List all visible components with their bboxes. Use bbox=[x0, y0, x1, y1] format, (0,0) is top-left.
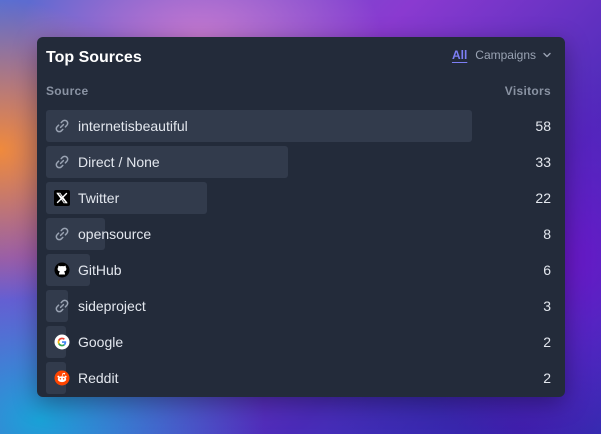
source-label: GitHub bbox=[78, 262, 122, 278]
source-label-wrap: opensource bbox=[46, 226, 151, 242]
filter-all-tab[interactable]: All bbox=[452, 48, 467, 62]
source-label-wrap: Twitter bbox=[46, 190, 119, 206]
reddit-icon bbox=[54, 370, 70, 386]
column-headers: Source Visitors bbox=[46, 84, 551, 98]
campaigns-label: Campaigns bbox=[475, 48, 536, 62]
source-label-wrap: Direct / None bbox=[46, 154, 160, 170]
visitor-count: 6 bbox=[543, 262, 551, 278]
link-icon bbox=[54, 154, 70, 170]
source-row[interactable]: Direct / None 33 bbox=[46, 146, 551, 178]
visitor-count: 33 bbox=[535, 154, 551, 170]
source-label: internetisbeautiful bbox=[78, 118, 188, 134]
source-row[interactable]: opensource 8 bbox=[46, 218, 551, 250]
link-icon bbox=[54, 226, 70, 242]
source-label: Twitter bbox=[78, 190, 120, 206]
github-icon bbox=[54, 262, 70, 278]
card-title: Top Sources bbox=[46, 49, 142, 66]
source-label: Google bbox=[78, 334, 124, 350]
x-twitter-icon bbox=[54, 190, 70, 206]
source-row[interactable]: GitHub 6 bbox=[46, 254, 551, 286]
source-row[interactable]: Twitter 22 bbox=[46, 182, 551, 214]
chevron-down-icon bbox=[543, 52, 551, 58]
source-label-wrap: Reddit bbox=[46, 370, 118, 386]
link-icon bbox=[54, 298, 70, 314]
source-label: Direct / None bbox=[78, 154, 160, 170]
visitor-count: 2 bbox=[543, 370, 551, 386]
sources-list: internetisbeautiful 58 Direct / None 33 Twit… bbox=[46, 110, 551, 398]
source-row[interactable]: sideproject 3 bbox=[46, 290, 551, 322]
visitor-count: 2 bbox=[543, 334, 551, 350]
source-row[interactable]: Reddit 2 bbox=[46, 362, 551, 394]
source-label: opensource bbox=[78, 226, 152, 242]
top-sources-card: Top Sources All Campaigns Source Visitor… bbox=[37, 37, 565, 397]
source-column-header: Source bbox=[46, 84, 89, 98]
visitor-count: 22 bbox=[535, 190, 551, 206]
source-label-wrap: internetisbeautiful bbox=[46, 118, 188, 134]
source-label-wrap: Google bbox=[46, 334, 123, 350]
source-row[interactable]: internetisbeautiful 58 bbox=[46, 110, 551, 142]
visitor-count: 3 bbox=[543, 298, 551, 314]
link-icon bbox=[54, 118, 70, 134]
visitors-column-header: Visitors bbox=[504, 84, 551, 98]
source-row[interactable]: Google 2 bbox=[46, 326, 551, 358]
google-icon bbox=[54, 334, 70, 350]
source-label-wrap: GitHub bbox=[46, 262, 122, 278]
source-label-wrap: sideproject bbox=[46, 298, 146, 314]
visitor-count: 8 bbox=[543, 226, 551, 242]
filter-bar: All Campaigns bbox=[452, 48, 552, 62]
source-label: Reddit bbox=[78, 370, 119, 386]
filter-campaigns-dropdown[interactable]: Campaigns bbox=[475, 48, 552, 62]
visitor-count: 58 bbox=[535, 118, 551, 134]
source-label: sideproject bbox=[78, 298, 146, 314]
